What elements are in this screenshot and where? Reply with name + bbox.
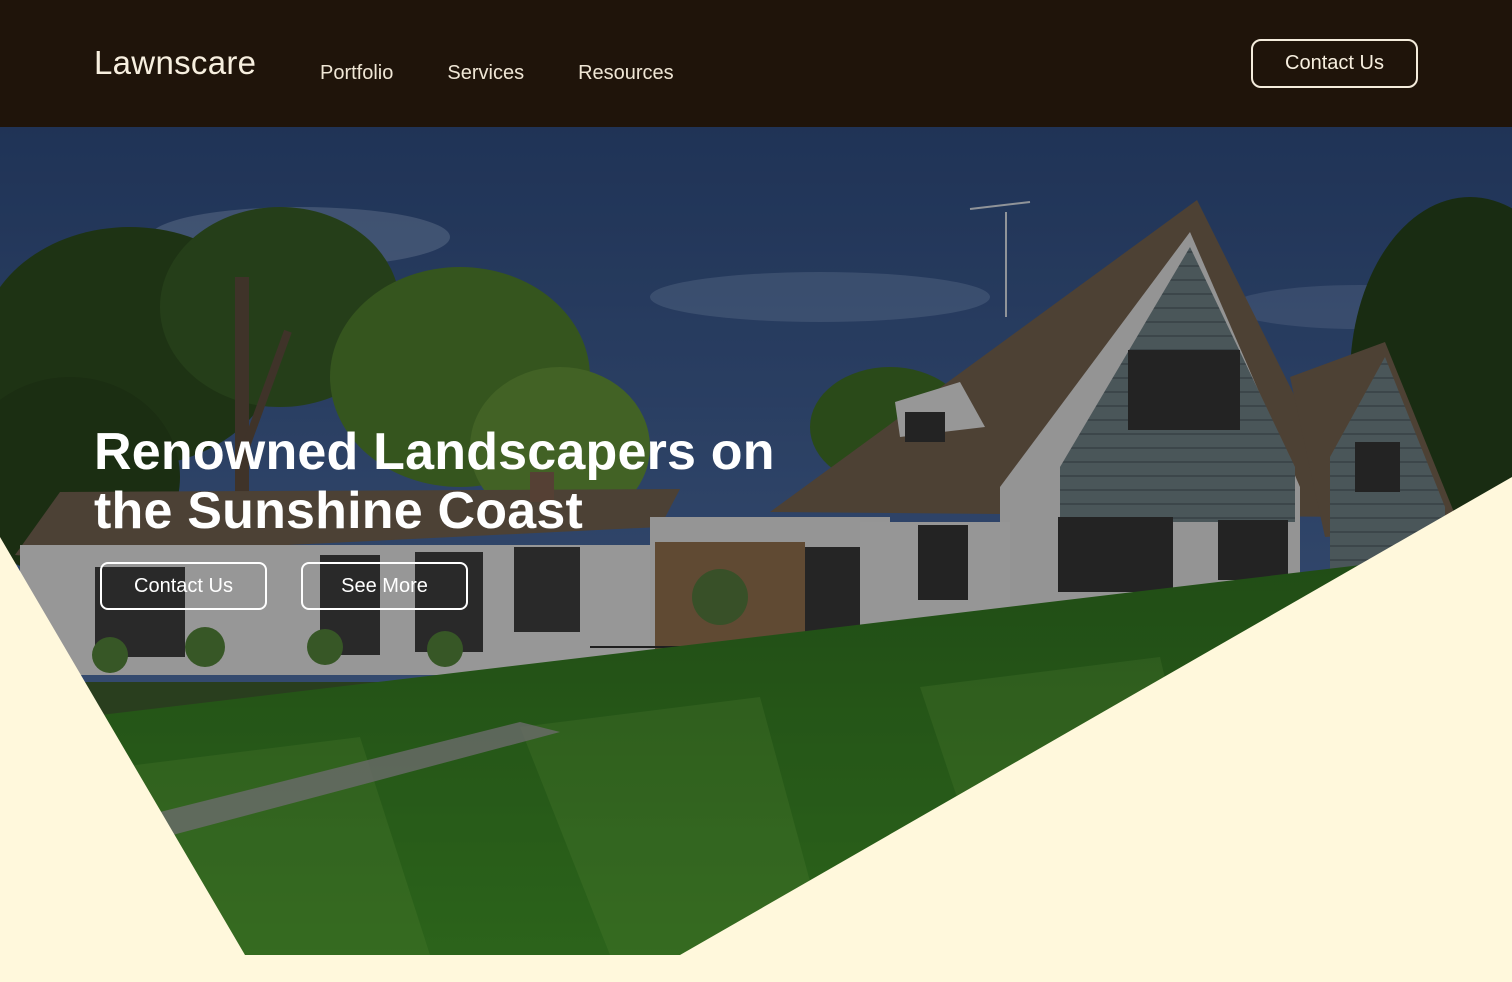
hero-contact-button[interactable]: Contact Us [100, 562, 267, 610]
header-contact-button[interactable]: Contact Us [1251, 39, 1418, 88]
nav-links: Portfolio Services Resources [320, 63, 674, 83]
nav-link-services[interactable]: Services [447, 63, 524, 83]
landing-page: Lawnscare Portfolio Services Resources C… [0, 0, 1512, 982]
hero-title: Renowned Landscapers on the Sunshine Coa… [94, 423, 775, 540]
hero-image [0, 127, 1512, 955]
nav-link-resources[interactable]: Resources [578, 63, 674, 83]
bottom-cream-strip [0, 955, 1512, 982]
brand-logo-text[interactable]: Lawnscare [94, 46, 256, 79]
hero-buttons: Contact Us See More [100, 562, 468, 610]
see-more-button[interactable]: See More [301, 562, 468, 610]
top-nav: Lawnscare Portfolio Services Resources C… [0, 0, 1512, 127]
hero-section: Renowned Landscapers on the Sunshine Coa… [0, 127, 1512, 955]
nav-link-portfolio[interactable]: Portfolio [320, 63, 393, 83]
